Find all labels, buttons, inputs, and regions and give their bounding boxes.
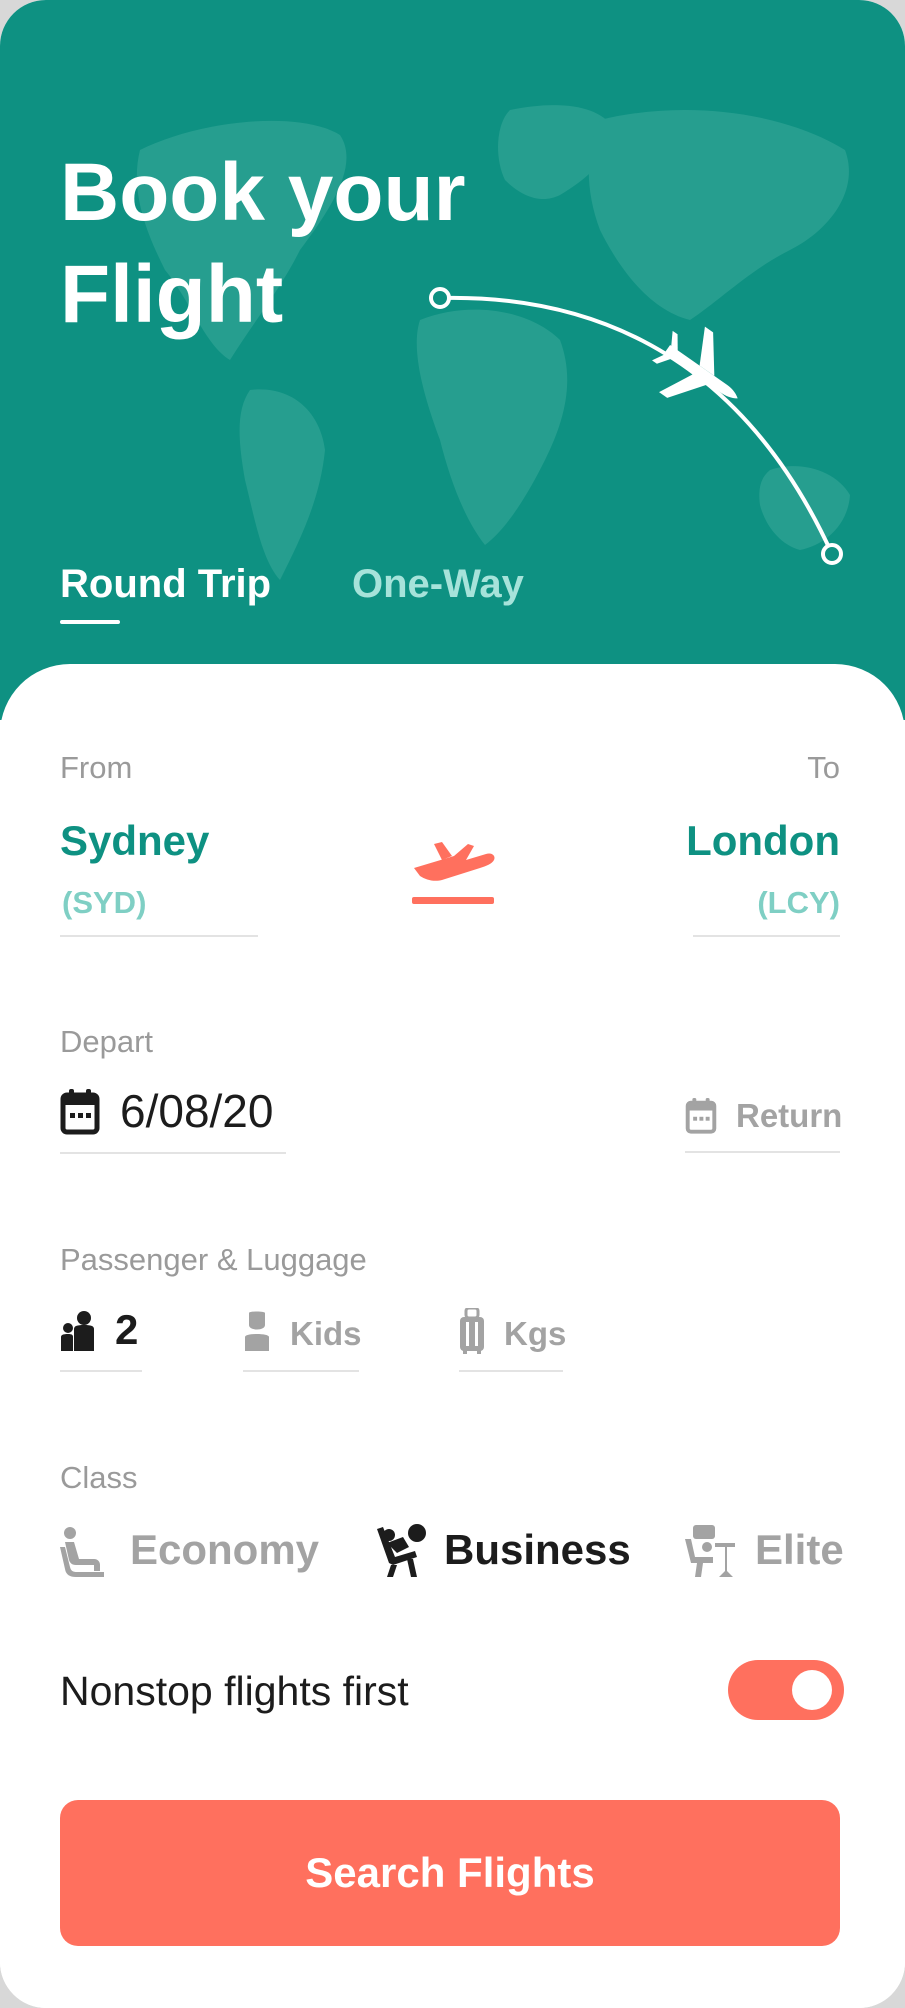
class-economy-option[interactable]: Economy [130, 1526, 319, 1574]
to-label: To [807, 750, 840, 785]
depart-label: Depart [60, 1024, 154, 1059]
child-icon [245, 1311, 269, 1351]
nonstop-flights-toggle[interactable] [728, 1660, 844, 1720]
toggle-knob [792, 1670, 832, 1710]
luggage-weight-placeholder[interactable]: Kgs [504, 1315, 566, 1353]
to-city[interactable]: London [686, 817, 840, 865]
kids-field-underline [243, 1370, 359, 1372]
tab-one-way[interactable]: One-Way [352, 562, 524, 607]
luggage-icon [460, 1308, 484, 1354]
header-hero: Book your Flight Round Trip One-Way [0, 0, 905, 720]
class-business-option[interactable]: Business [444, 1526, 631, 1574]
adult-field-underline [60, 1370, 142, 1372]
people-icon [61, 1311, 94, 1351]
from-field-underline [60, 935, 258, 937]
page-title-line-2: Flight [60, 249, 284, 340]
calendar-icon [60, 1089, 100, 1135]
class-elite-option[interactable]: Elite [755, 1526, 844, 1574]
from-label: From [60, 750, 133, 785]
business-seat-icon [377, 1524, 426, 1577]
world-map-illustration [136, 105, 850, 580]
booking-screen: Book your Flight Round Trip One-Way From… [0, 0, 905, 2008]
adult-count-value[interactable]: 2 [115, 1306, 138, 1354]
plane-takeoff-icon[interactable] [408, 834, 498, 908]
class-label: Class [60, 1460, 138, 1495]
return-date-placeholder[interactable]: Return [736, 1097, 842, 1135]
return-field-underline [685, 1151, 840, 1153]
active-tab-indicator [60, 620, 120, 624]
search-flights-button[interactable]: Search Flights [60, 1800, 840, 1946]
route-destination-dot [821, 543, 843, 565]
depart-field-underline [60, 1152, 286, 1154]
airplane-icon [651, 326, 738, 399]
elite-seat-icon [685, 1525, 735, 1577]
from-airport-code: (SYD) [62, 885, 147, 920]
return-calendar-icon [685, 1098, 717, 1134]
to-airport-code: (LCY) [757, 885, 840, 920]
nonstop-flights-label: Nonstop flights first [60, 1668, 409, 1714]
page-title-line-1: Book your [60, 147, 466, 238]
page-title: Book your Flight [60, 142, 465, 346]
economy-seat-icon [60, 1527, 104, 1577]
luggage-field-underline [459, 1370, 563, 1372]
from-city[interactable]: Sydney [60, 817, 209, 865]
to-field-underline [693, 935, 840, 937]
tab-round-trip[interactable]: Round Trip [60, 562, 271, 607]
passenger-luggage-label: Passenger & Luggage [60, 1242, 367, 1277]
kids-count-placeholder[interactable]: Kids [290, 1315, 362, 1353]
depart-date-value[interactable]: 6/08/20 [120, 1084, 273, 1138]
